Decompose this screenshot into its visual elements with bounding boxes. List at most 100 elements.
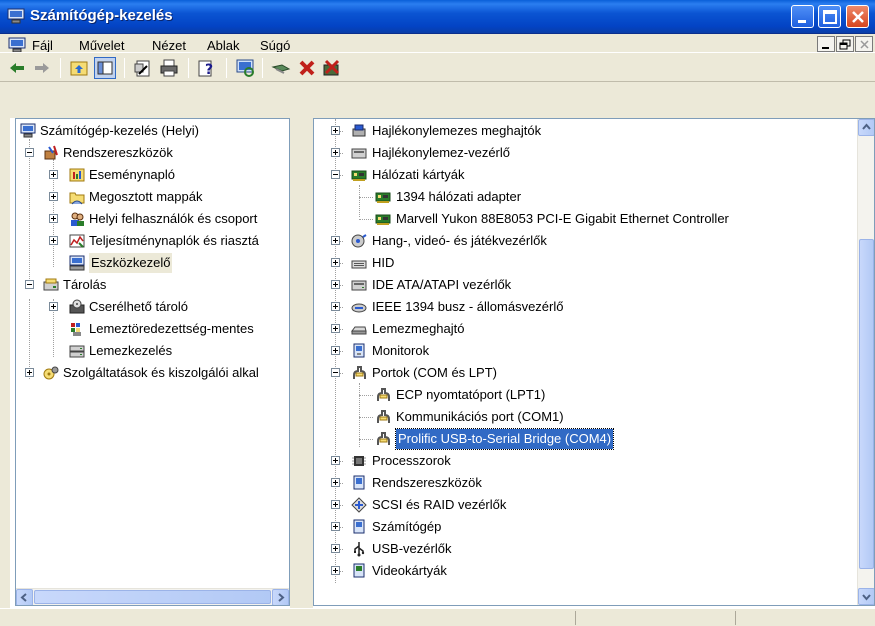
tree-item-device-manager[interactable]: Eszközkezelő — [16, 253, 289, 273]
minimize-icon — [798, 20, 806, 23]
expand-icon[interactable] — [49, 302, 58, 311]
tree-item-performance-logs[interactable]: Teljesítménynaplók és riasztá — [16, 231, 289, 251]
menu-view[interactable]: Nézet — [152, 38, 186, 53]
tree-item-local-users[interactable]: Helyi felhasználók és csoport — [16, 209, 289, 229]
device-item[interactable]: Kommunikációs port (COM1) — [314, 407, 858, 427]
mmc-document-icon[interactable] — [8, 37, 26, 53]
device-category[interactable]: Lemezmeghajtó — [314, 319, 858, 339]
expand-icon[interactable] — [49, 214, 58, 223]
scroll-up-button[interactable] — [858, 119, 874, 136]
horizontal-scrollbar[interactable] — [16, 588, 289, 605]
show-hide-tree-button[interactable] — [94, 57, 116, 79]
expand-icon[interactable] — [49, 192, 58, 201]
tree-item-event-viewer[interactable]: Eseménynapló — [16, 165, 289, 185]
expand-icon[interactable] — [331, 346, 340, 355]
tree-item-label: Számítógép-kezelés (Helyi) — [40, 123, 199, 138]
device-item[interactable]: ECP nyomtatóport (LPT1) — [314, 385, 858, 405]
mdi-minimize-button[interactable] — [817, 36, 835, 52]
uninstall-icon[interactable] — [296, 57, 318, 79]
expand-icon[interactable] — [331, 258, 340, 267]
device-category[interactable]: Hajlékonylemez-vezérlő — [314, 143, 858, 163]
collapse-icon[interactable] — [25, 280, 34, 289]
device-tree[interactable]: Hajlékonylemezes meghajtók Hajlékonylemez… — [313, 118, 875, 606]
device-category[interactable]: Monitorok — [314, 341, 858, 361]
device-item[interactable]: Prolific USB-to-Serial Bridge (COM4) — [314, 428, 858, 450]
device-category[interactable]: Hang-, videó- és játékvezérlők — [314, 231, 858, 251]
device-category[interactable]: IEEE 1394 busz - állomásvezérlő — [314, 297, 858, 317]
menu-file[interactable]: Fájl — [32, 38, 53, 53]
expand-icon[interactable] — [25, 368, 34, 377]
expand-icon[interactable] — [331, 566, 340, 575]
expand-icon[interactable] — [331, 302, 340, 311]
device-category[interactable]: USB-vezérlők — [314, 539, 858, 559]
mdi-close-button[interactable] — [855, 36, 873, 52]
update-driver-icon[interactable] — [270, 57, 292, 79]
device-category[interactable]: Processzorok — [314, 451, 858, 471]
device-label: Hang-, videó- és játékvezérlők — [372, 233, 547, 248]
tree-item-shared-folders[interactable]: Megosztott mappák — [16, 187, 289, 207]
scan-hardware-icon[interactable] — [234, 57, 256, 79]
device-category[interactable]: Hajlékonylemezes meghajtók — [314, 121, 858, 141]
device-label: IDE ATA/ATAPI vezérlők — [372, 277, 512, 292]
scroll-down-button[interactable] — [858, 588, 874, 605]
menu-action[interactable]: Művelet — [79, 38, 125, 53]
floppy-drive-icon — [352, 124, 366, 137]
scroll-left-button[interactable] — [16, 589, 33, 605]
device-category[interactable]: Számítógép — [314, 517, 858, 537]
expand-icon[interactable] — [331, 456, 340, 465]
device-category[interactable]: IDE ATA/ATAPI vezérlők — [314, 275, 858, 295]
properties-icon[interactable] — [132, 57, 154, 79]
device-label: Processzorok — [372, 453, 451, 468]
device-category[interactable]: Videokártyák — [314, 561, 858, 581]
expand-icon[interactable] — [49, 170, 58, 179]
minimize-button[interactable] — [791, 5, 814, 28]
tree-item-defragmenter[interactable]: Lemeztöredezettség-mentes — [16, 319, 289, 339]
scroll-thumb[interactable] — [859, 239, 874, 569]
expand-icon[interactable] — [49, 236, 58, 245]
expand-icon[interactable] — [331, 280, 340, 289]
tree-item-services[interactable]: Szolgáltatások és kiszolgálói alkal — [16, 363, 289, 383]
collapse-icon[interactable] — [331, 368, 340, 377]
disk-management-icon — [69, 345, 85, 358]
help-icon[interactable]: ? — [196, 57, 218, 79]
expand-icon[interactable] — [331, 324, 340, 333]
tree-item-storage[interactable]: Tárolás — [16, 275, 289, 295]
device-category[interactable]: Hálózati kártyák — [314, 165, 858, 185]
forward-icon[interactable] — [31, 57, 53, 79]
expand-icon[interactable] — [331, 126, 340, 135]
expand-icon[interactable] — [331, 522, 340, 531]
tree-item-system-tools[interactable]: Rendszereszközök — [16, 143, 289, 163]
device-item[interactable]: Marvell Yukon 88E8053 PCI-E Gigabit Ethe… — [314, 209, 858, 229]
console-tree[interactable]: Számítógép-kezelés (Helyi) Rendszereszkö… — [15, 118, 290, 606]
tree-item-disk-management[interactable]: Lemezkezelés — [16, 341, 289, 361]
up-icon[interactable] — [68, 57, 90, 79]
collapse-icon[interactable] — [25, 148, 34, 157]
device-category[interactable]: Portok (COM és LPT) — [314, 363, 858, 383]
disable-icon[interactable] — [320, 57, 342, 79]
expand-icon[interactable] — [331, 478, 340, 487]
hid-icon — [351, 260, 367, 269]
menu-help[interactable]: Súgó — [260, 38, 290, 53]
vertical-scrollbar[interactable] — [857, 119, 874, 605]
device-category[interactable]: Rendszereszközök — [314, 473, 858, 493]
tree-item-removable-storage[interactable]: Cserélhető tároló — [16, 297, 289, 317]
expand-icon[interactable] — [331, 544, 340, 553]
title-bar[interactable]: Számítógép-kezelés — [0, 0, 875, 34]
sound-icon — [351, 234, 367, 248]
scroll-thumb[interactable] — [34, 590, 271, 604]
maximize-button[interactable] — [818, 5, 841, 28]
expand-icon[interactable] — [331, 148, 340, 157]
mdi-restore-button[interactable] — [836, 36, 854, 52]
print-icon[interactable] — [158, 57, 180, 79]
menu-window[interactable]: Ablak — [207, 38, 240, 53]
expand-icon[interactable] — [331, 236, 340, 245]
expand-icon[interactable] — [331, 500, 340, 509]
device-item[interactable]: 1394 hálózati adapter — [314, 187, 858, 207]
device-category[interactable]: HID — [314, 253, 858, 273]
back-icon[interactable] — [6, 57, 28, 79]
close-button[interactable] — [846, 5, 869, 28]
collapse-icon[interactable] — [331, 170, 340, 179]
device-category[interactable]: SCSI és RAID vezérlők — [314, 495, 858, 515]
scroll-right-button[interactable] — [272, 589, 289, 605]
tree-item-computer-management[interactable]: Számítógép-kezelés (Helyi) — [16, 121, 289, 141]
